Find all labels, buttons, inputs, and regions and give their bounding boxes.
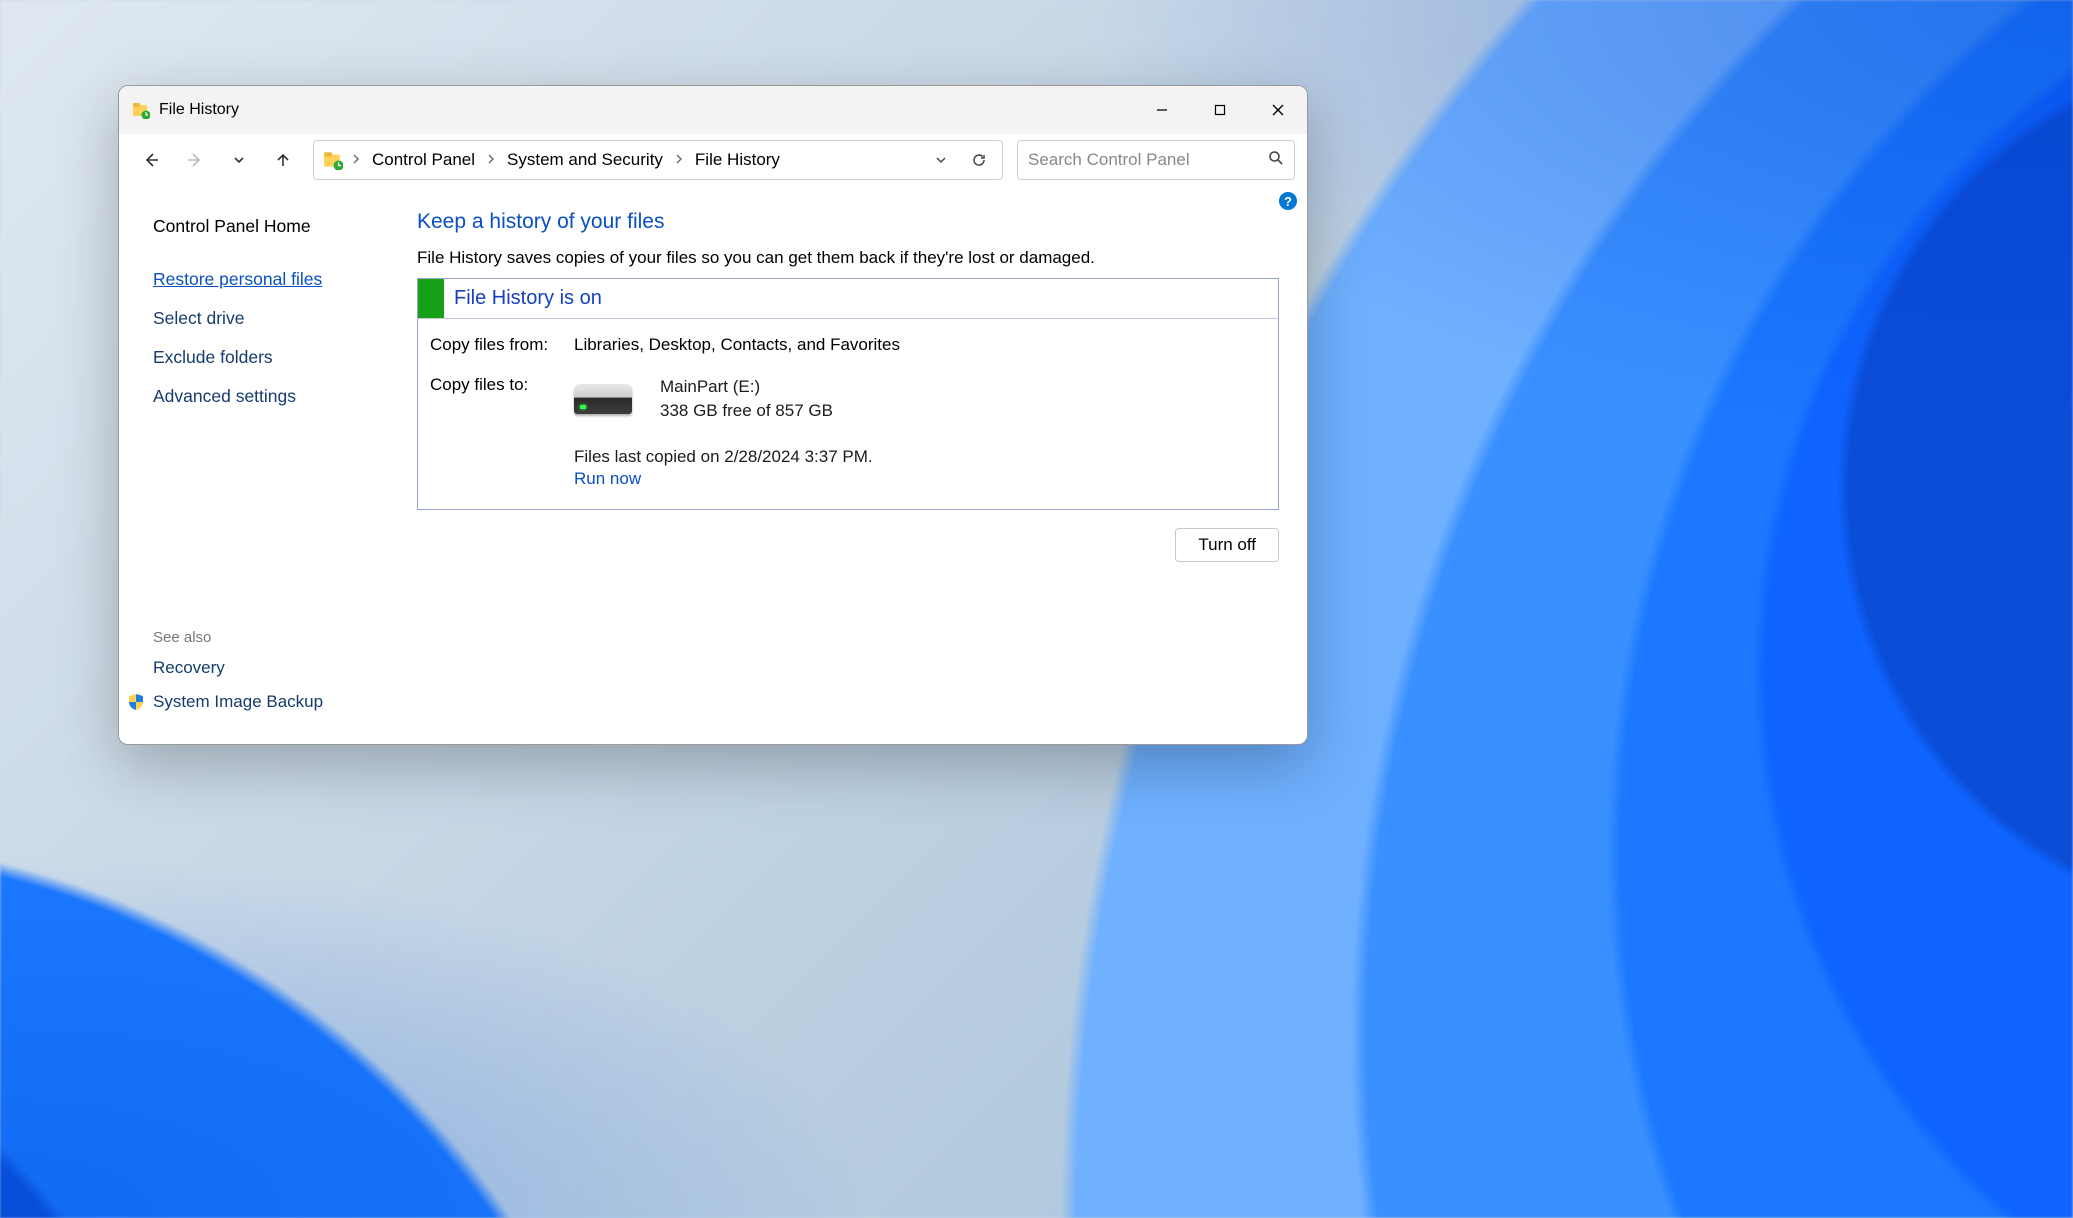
nav-forward-button[interactable] <box>175 140 215 180</box>
see-also-recovery[interactable]: Recovery <box>153 658 417 692</box>
content-area: Keep a history of your files File Histor… <box>417 186 1307 744</box>
toolbar: Control Panel System and Security File H… <box>119 134 1307 186</box>
help-button[interactable]: ? <box>1279 192 1297 210</box>
see-also-system-image-backup[interactable]: System Image Backup <box>127 692 417 726</box>
nav-back-button[interactable] <box>131 140 171 180</box>
nav-recent-dropdown[interactable] <box>219 140 259 180</box>
breadcrumb-system-security[interactable]: System and Security <box>501 146 669 174</box>
breadcrumb-file-history[interactable]: File History <box>689 146 786 174</box>
status-title: File History is on <box>444 287 602 310</box>
search-icon[interactable] <box>1268 150 1284 171</box>
sidebar-advanced-settings[interactable]: Advanced settings <box>153 380 417 419</box>
minimize-button[interactable] <box>1133 86 1191 134</box>
sidebar: Control Panel Home Restore personal file… <box>119 186 417 744</box>
address-dropdown[interactable] <box>924 143 958 177</box>
status-color-swatch <box>418 279 444 318</box>
see-also-recovery-label: Recovery <box>153 658 225 678</box>
sidebar-select-drive[interactable]: Select drive <box>153 302 417 341</box>
address-icon <box>320 150 346 170</box>
breadcrumb-control-panel[interactable]: Control Panel <box>366 146 481 174</box>
window-title: File History <box>159 101 239 119</box>
sidebar-exclude-folders[interactable]: Exclude folders <box>153 341 417 380</box>
action-row: Turn off <box>417 528 1279 562</box>
status-header: File History is on <box>418 279 1278 319</box>
search-box[interactable] <box>1017 140 1295 180</box>
chevron-right-icon[interactable] <box>485 153 497 167</box>
sidebar-control-panel-home[interactable]: Control Panel Home <box>153 210 417 263</box>
chevron-right-icon[interactable] <box>673 153 685 167</box>
run-now-link[interactable]: Run now <box>574 469 1266 489</box>
sidebar-restore-personal-files[interactable]: Restore personal files <box>153 263 417 302</box>
see-also-label: See also <box>153 629 417 658</box>
copy-to-label: Copy files to: <box>430 375 570 489</box>
window-body: ? Control Panel Home Restore personal fi… <box>119 186 1307 744</box>
turn-off-button[interactable]: Turn off <box>1175 528 1279 562</box>
page-description: File History saves copies of your files … <box>417 248 1279 268</box>
last-copied-text: Files last copied on 2/28/2024 3:37 PM. <box>574 447 1266 467</box>
refresh-button[interactable] <box>962 143 996 177</box>
page-heading: Keep a history of your files <box>417 210 1279 234</box>
search-input[interactable] <box>1028 150 1268 170</box>
close-button[interactable] <box>1249 86 1307 134</box>
nav-up-button[interactable] <box>263 140 303 180</box>
copy-to-value: MainPart (E:) 338 GB free of 857 GB File… <box>574 375 1266 489</box>
drive-icon <box>574 384 632 414</box>
shield-icon <box>127 693 145 711</box>
copy-from-label: Copy files from: <box>430 335 570 355</box>
drive-space: 338 GB free of 857 GB <box>660 399 833 423</box>
chevron-right-icon[interactable] <box>350 153 362 167</box>
titlebar[interactable]: File History <box>119 86 1307 134</box>
status-panel: File History is on Copy files from: Libr… <box>417 278 1279 510</box>
maximize-button[interactable] <box>1191 86 1249 134</box>
copy-from-value: Libraries, Desktop, Contacts, and Favori… <box>574 335 1266 355</box>
file-history-window: File History <box>118 85 1308 745</box>
see-also-system-image-backup-label: System Image Backup <box>153 692 323 712</box>
address-bar[interactable]: Control Panel System and Security File H… <box>313 140 1003 180</box>
app-icon <box>131 100 151 120</box>
drive-name: MainPart (E:) <box>660 375 833 399</box>
